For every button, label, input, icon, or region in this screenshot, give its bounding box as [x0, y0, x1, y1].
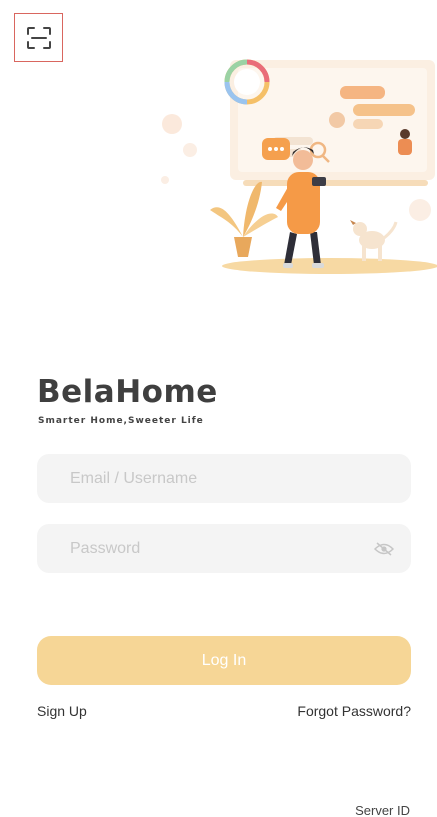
email-field[interactable]	[37, 454, 411, 503]
server-id-link[interactable]: Server ID	[355, 802, 410, 817]
scan-button[interactable]	[14, 13, 63, 62]
forgot-password-link[interactable]: Forgot Password?	[297, 702, 411, 720]
login-screen: BelaHome Smarter Home,Sweeter Life Log I…	[0, 0, 437, 817]
login-button[interactable]: Log In	[37, 636, 411, 685]
sign-up-link[interactable]: Sign Up	[37, 702, 87, 720]
password-field[interactable]	[37, 524, 411, 573]
hero-illustration	[161, 59, 437, 274]
email-input[interactable]	[70, 454, 395, 503]
eye-slash-icon[interactable]	[373, 538, 395, 560]
brand-tagline: Smarter Home,Sweeter Life	[38, 416, 204, 426]
scan-qr-icon	[26, 26, 51, 49]
brand-name: BelaHome	[37, 374, 218, 410]
password-input[interactable]	[70, 524, 373, 573]
